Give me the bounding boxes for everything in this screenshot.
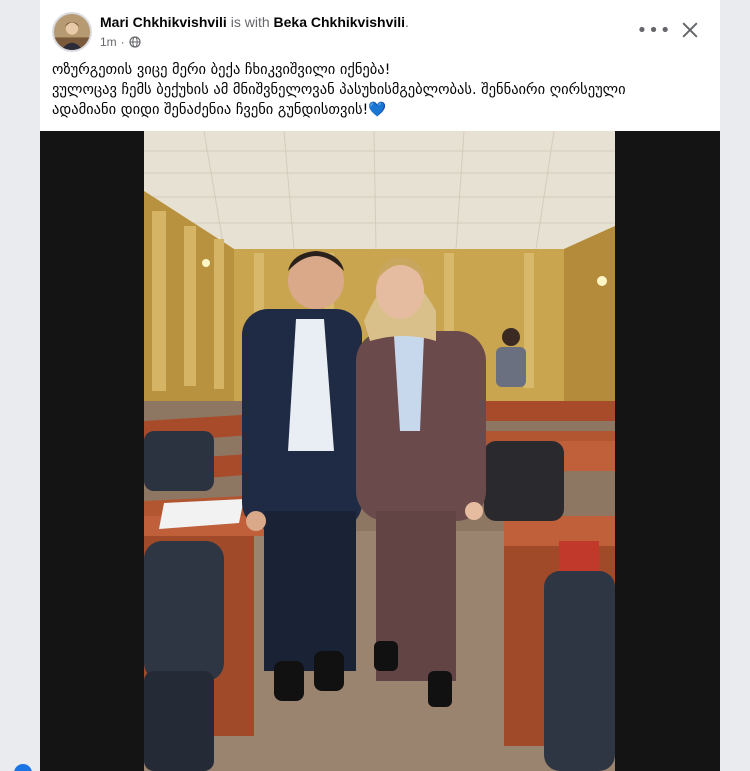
reaction-icon <box>14 764 32 771</box>
post-text-line: ვულოცავ ჩემს ბექუხის ამ მნიშვნელოვან პას… <box>52 82 626 98</box>
tagged-suffix: . <box>405 14 409 30</box>
close-icon[interactable] <box>674 14 706 46</box>
author-line: Mari Chkhikvishvili is with Beka Chkhikv… <box>100 13 409 31</box>
post-card: Mari Chkhikvishvili is with Beka Chkhikv… <box>40 0 720 771</box>
meta-separator: · <box>120 35 125 49</box>
post-photo-frame[interactable] <box>40 131 720 771</box>
post-meta: 1m · <box>100 34 141 50</box>
post-time[interactable]: 1m <box>100 34 117 50</box>
author-name[interactable]: Mari Chkhikvishvili <box>100 14 227 30</box>
post-body: ოზურგეთის ვიცე მერი ბექა ჩხიკვიშვილი იქნ… <box>52 60 712 120</box>
avatar-image <box>54 14 90 50</box>
author-avatar[interactable] <box>52 12 92 52</box>
globe-icon[interactable] <box>129 36 141 48</box>
post-header: Mari Chkhikvishvili is with Beka Chkhikv… <box>40 0 720 60</box>
more-options-label: ••• <box>636 19 672 41</box>
more-options-icon[interactable]: ••• <box>636 16 672 44</box>
tagged-name[interactable]: Beka Chkhikvishvili <box>274 14 406 30</box>
post-photo[interactable] <box>144 131 615 771</box>
with-text: is with <box>230 14 270 30</box>
post-text-line: ოზურგეთის ვიცე მერი ბექა ჩხიკვიშვილი იქნ… <box>52 62 391 78</box>
post-text-line: ადამიანი დიდი შენაძენია ჩვენი გუნდისთვის… <box>52 102 387 118</box>
